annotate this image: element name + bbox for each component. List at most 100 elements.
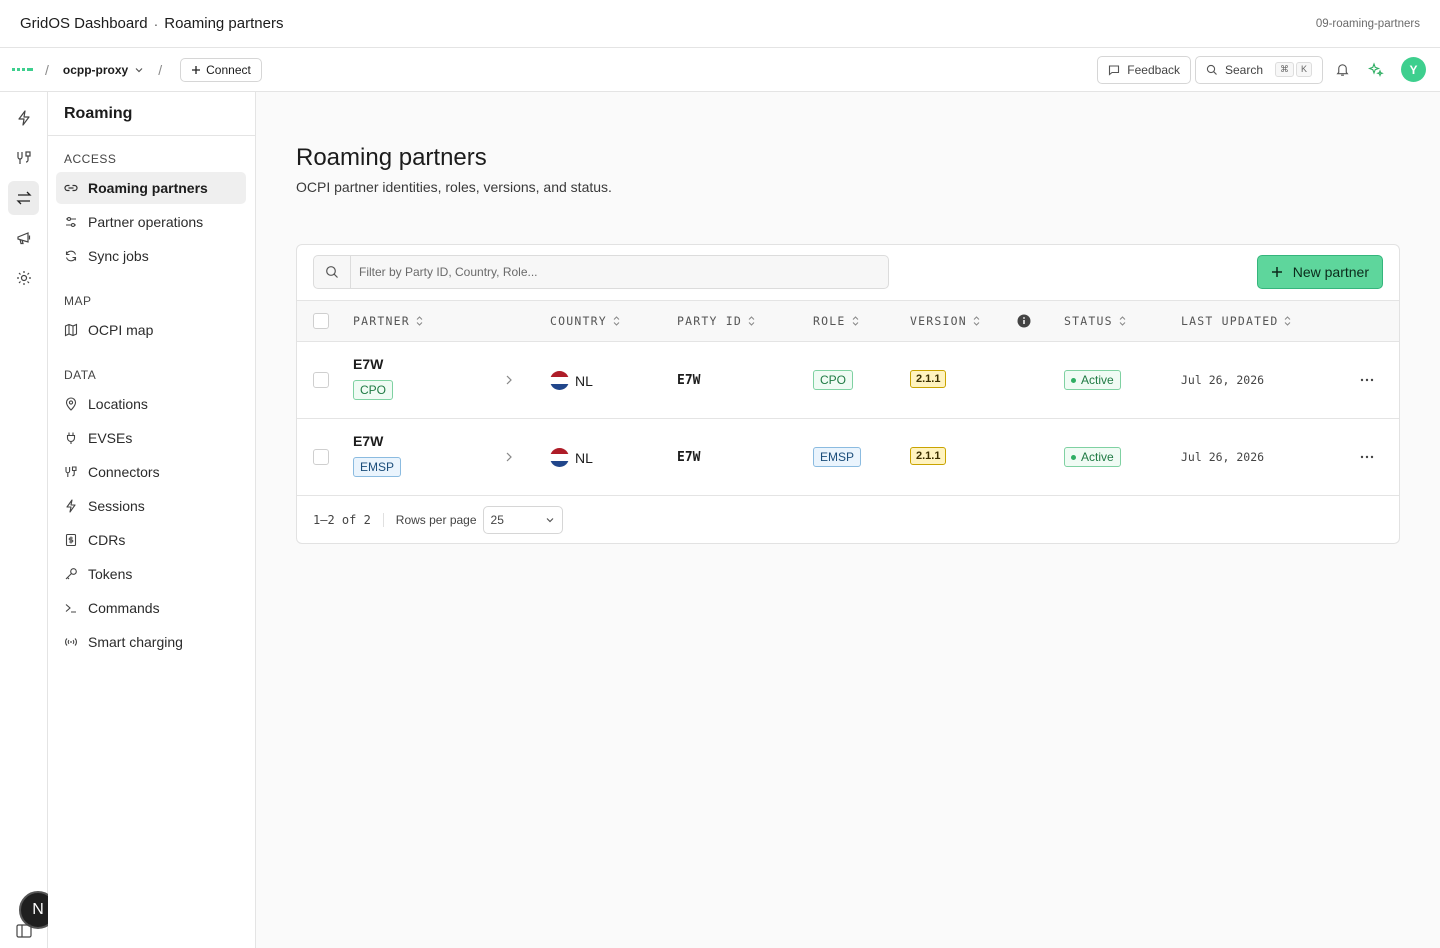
country-code: NL bbox=[575, 450, 593, 466]
partner-role-badge: EMSP bbox=[353, 457, 402, 477]
row-checkbox[interactable] bbox=[313, 372, 329, 388]
rail-settings-button[interactable] bbox=[8, 261, 39, 295]
search-button[interactable]: Search ⌘ K bbox=[1195, 55, 1323, 84]
sidebar: Roaming ACCESS Roaming partners Partner … bbox=[48, 92, 256, 948]
breadcrumb-slash: / bbox=[45, 61, 49, 78]
connect-label: Connect bbox=[206, 62, 251, 77]
sidebar-item-partner-operations[interactable]: Partner operations bbox=[56, 206, 246, 238]
key-icon bbox=[65, 568, 77, 580]
swap-icon bbox=[15, 191, 32, 205]
main-content: Roaming partners OCPI partner identities… bbox=[256, 92, 1440, 948]
status-badge: Active bbox=[1064, 370, 1121, 390]
sidebar-item-locations[interactable]: Locations bbox=[56, 388, 246, 420]
rows-per-page-select[interactable]: 25 bbox=[482, 506, 563, 534]
sort-icon bbox=[973, 316, 980, 326]
plus-icon bbox=[192, 65, 201, 74]
new-partner-button[interactable]: New partner bbox=[1256, 255, 1383, 289]
sidebar-item-roaming-partners[interactable]: Roaming partners bbox=[56, 172, 246, 204]
filter-field[interactable] bbox=[313, 255, 889, 289]
title-separator: · bbox=[153, 15, 159, 32]
column-version[interactable]: VERSION bbox=[910, 314, 980, 328]
sidebar-item-evses[interactable]: EVSEs bbox=[56, 422, 246, 454]
column-status[interactable]: STATUS bbox=[1064, 314, 1126, 328]
partner-name[interactable]: E7W bbox=[353, 433, 383, 449]
new-partner-label: New partner bbox=[1292, 264, 1369, 280]
kbd-k: K bbox=[1295, 62, 1312, 77]
sidebar-item-ocpi-map[interactable]: OCPI map bbox=[56, 314, 246, 346]
column-label: ROLE bbox=[813, 314, 846, 328]
section-map: MAP bbox=[64, 294, 92, 308]
search-icon bbox=[1206, 64, 1217, 75]
rail-sessions-button[interactable] bbox=[8, 101, 39, 135]
megaphone-icon bbox=[16, 232, 30, 245]
receipt-icon bbox=[65, 533, 77, 547]
column-role[interactable]: ROLE bbox=[813, 314, 859, 328]
more-actions-icon[interactable] bbox=[1359, 372, 1375, 388]
notifications-button[interactable] bbox=[1327, 55, 1357, 85]
column-label: PARTY ID bbox=[677, 314, 742, 328]
avatar[interactable]: Y bbox=[1401, 57, 1426, 82]
refresh-icon bbox=[65, 250, 77, 262]
logo-icon[interactable] bbox=[12, 68, 33, 71]
partner-role-badge: CPO bbox=[353, 380, 394, 400]
chevron-right-icon[interactable] bbox=[504, 373, 514, 387]
sort-icon bbox=[748, 316, 755, 326]
feedback-button[interactable]: Feedback bbox=[1097, 55, 1191, 84]
map-icon bbox=[64, 323, 78, 337]
top-nav: / ocpp-proxy / Connect Feedback Search ⌘… bbox=[0, 48, 1440, 92]
radio-icon bbox=[65, 638, 77, 646]
assistant-button[interactable] bbox=[1361, 55, 1391, 85]
message-icon bbox=[1109, 64, 1120, 76]
rows-per-page-value: 25 bbox=[490, 513, 504, 527]
app-title: GridOS Dashboard bbox=[20, 15, 148, 32]
connect-button[interactable]: Connect bbox=[180, 57, 262, 82]
sidebar-item-cdrs[interactable]: CDRs bbox=[56, 524, 246, 556]
sidebar-item-commands[interactable]: Commands bbox=[56, 592, 246, 624]
column-last-updated[interactable]: LAST UPDATED bbox=[1181, 314, 1291, 328]
gear-icon bbox=[16, 271, 31, 285]
sparkle-icon bbox=[1368, 61, 1384, 77]
column-country[interactable]: COUNTRY bbox=[550, 314, 620, 328]
rail-connectors-button[interactable] bbox=[8, 141, 39, 175]
party-id: E7W bbox=[677, 450, 701, 465]
bolt-icon bbox=[17, 110, 30, 126]
sidebar-item-connectors[interactable]: Connectors bbox=[56, 456, 246, 488]
sort-icon bbox=[1285, 316, 1291, 326]
panel-toggle-icon[interactable] bbox=[15, 922, 33, 945]
sidebar-item-label: Commands bbox=[88, 600, 160, 616]
table-row[interactable]: E7W EMSP NL E7W EMSP 2.1.1 Active Jul 26… bbox=[297, 419, 1399, 496]
more-actions-icon[interactable] bbox=[1359, 449, 1375, 465]
chevron-right-icon[interactable] bbox=[504, 450, 514, 464]
pin-icon bbox=[65, 397, 77, 411]
filter-input[interactable] bbox=[351, 256, 888, 288]
sort-icon bbox=[1119, 316, 1126, 326]
sidebar-item-tokens[interactable]: Tokens bbox=[56, 558, 246, 590]
plus-icon bbox=[1271, 267, 1282, 277]
column-partner[interactable]: PARTNER bbox=[353, 314, 423, 328]
sidebar-item-smart-charging[interactable]: Smart charging bbox=[56, 626, 246, 658]
column-label: VERSION bbox=[910, 314, 967, 328]
sidebar-item-label: Partner operations bbox=[88, 214, 204, 230]
select-all-checkbox[interactable] bbox=[313, 313, 329, 329]
column-party-id[interactable]: PARTY ID bbox=[677, 314, 755, 328]
sidebar-item-sessions[interactable]: Sessions bbox=[56, 490, 246, 522]
info-icon[interactable] bbox=[1017, 314, 1031, 333]
row-checkbox[interactable] bbox=[313, 449, 329, 465]
rail-roaming-button[interactable] bbox=[8, 181, 39, 215]
section-access: ACCESS bbox=[64, 152, 117, 166]
status-dot-icon bbox=[1071, 377, 1076, 383]
terminal-icon bbox=[65, 604, 76, 613]
project-selector[interactable]: ocpp-proxy bbox=[59, 63, 148, 77]
rail-broadcast-button[interactable] bbox=[8, 221, 39, 255]
version-badge: 2.1.1 bbox=[910, 447, 947, 465]
table-header: PARTNER COUNTRY PARTY ID ROLE VERSION ST… bbox=[297, 300, 1399, 342]
sidebar-item-sync-jobs[interactable]: Sync jobs bbox=[56, 240, 246, 272]
table-row[interactable]: E7W CPO NL E7W CPO 2.1.1 Active Jul 26, … bbox=[297, 342, 1399, 419]
title-bar: GridOS Dashboard · Roaming partners 09-r… bbox=[0, 0, 1440, 48]
kbd-cmd: ⌘ bbox=[1274, 62, 1294, 77]
partner-name[interactable]: E7W bbox=[353, 356, 383, 372]
chevron-down-icon bbox=[135, 67, 143, 72]
pagination-count: 1–2 of 2 bbox=[313, 513, 384, 527]
sidebar-item-label: Connectors bbox=[88, 464, 160, 480]
sidebar-item-label: EVSEs bbox=[88, 430, 133, 446]
